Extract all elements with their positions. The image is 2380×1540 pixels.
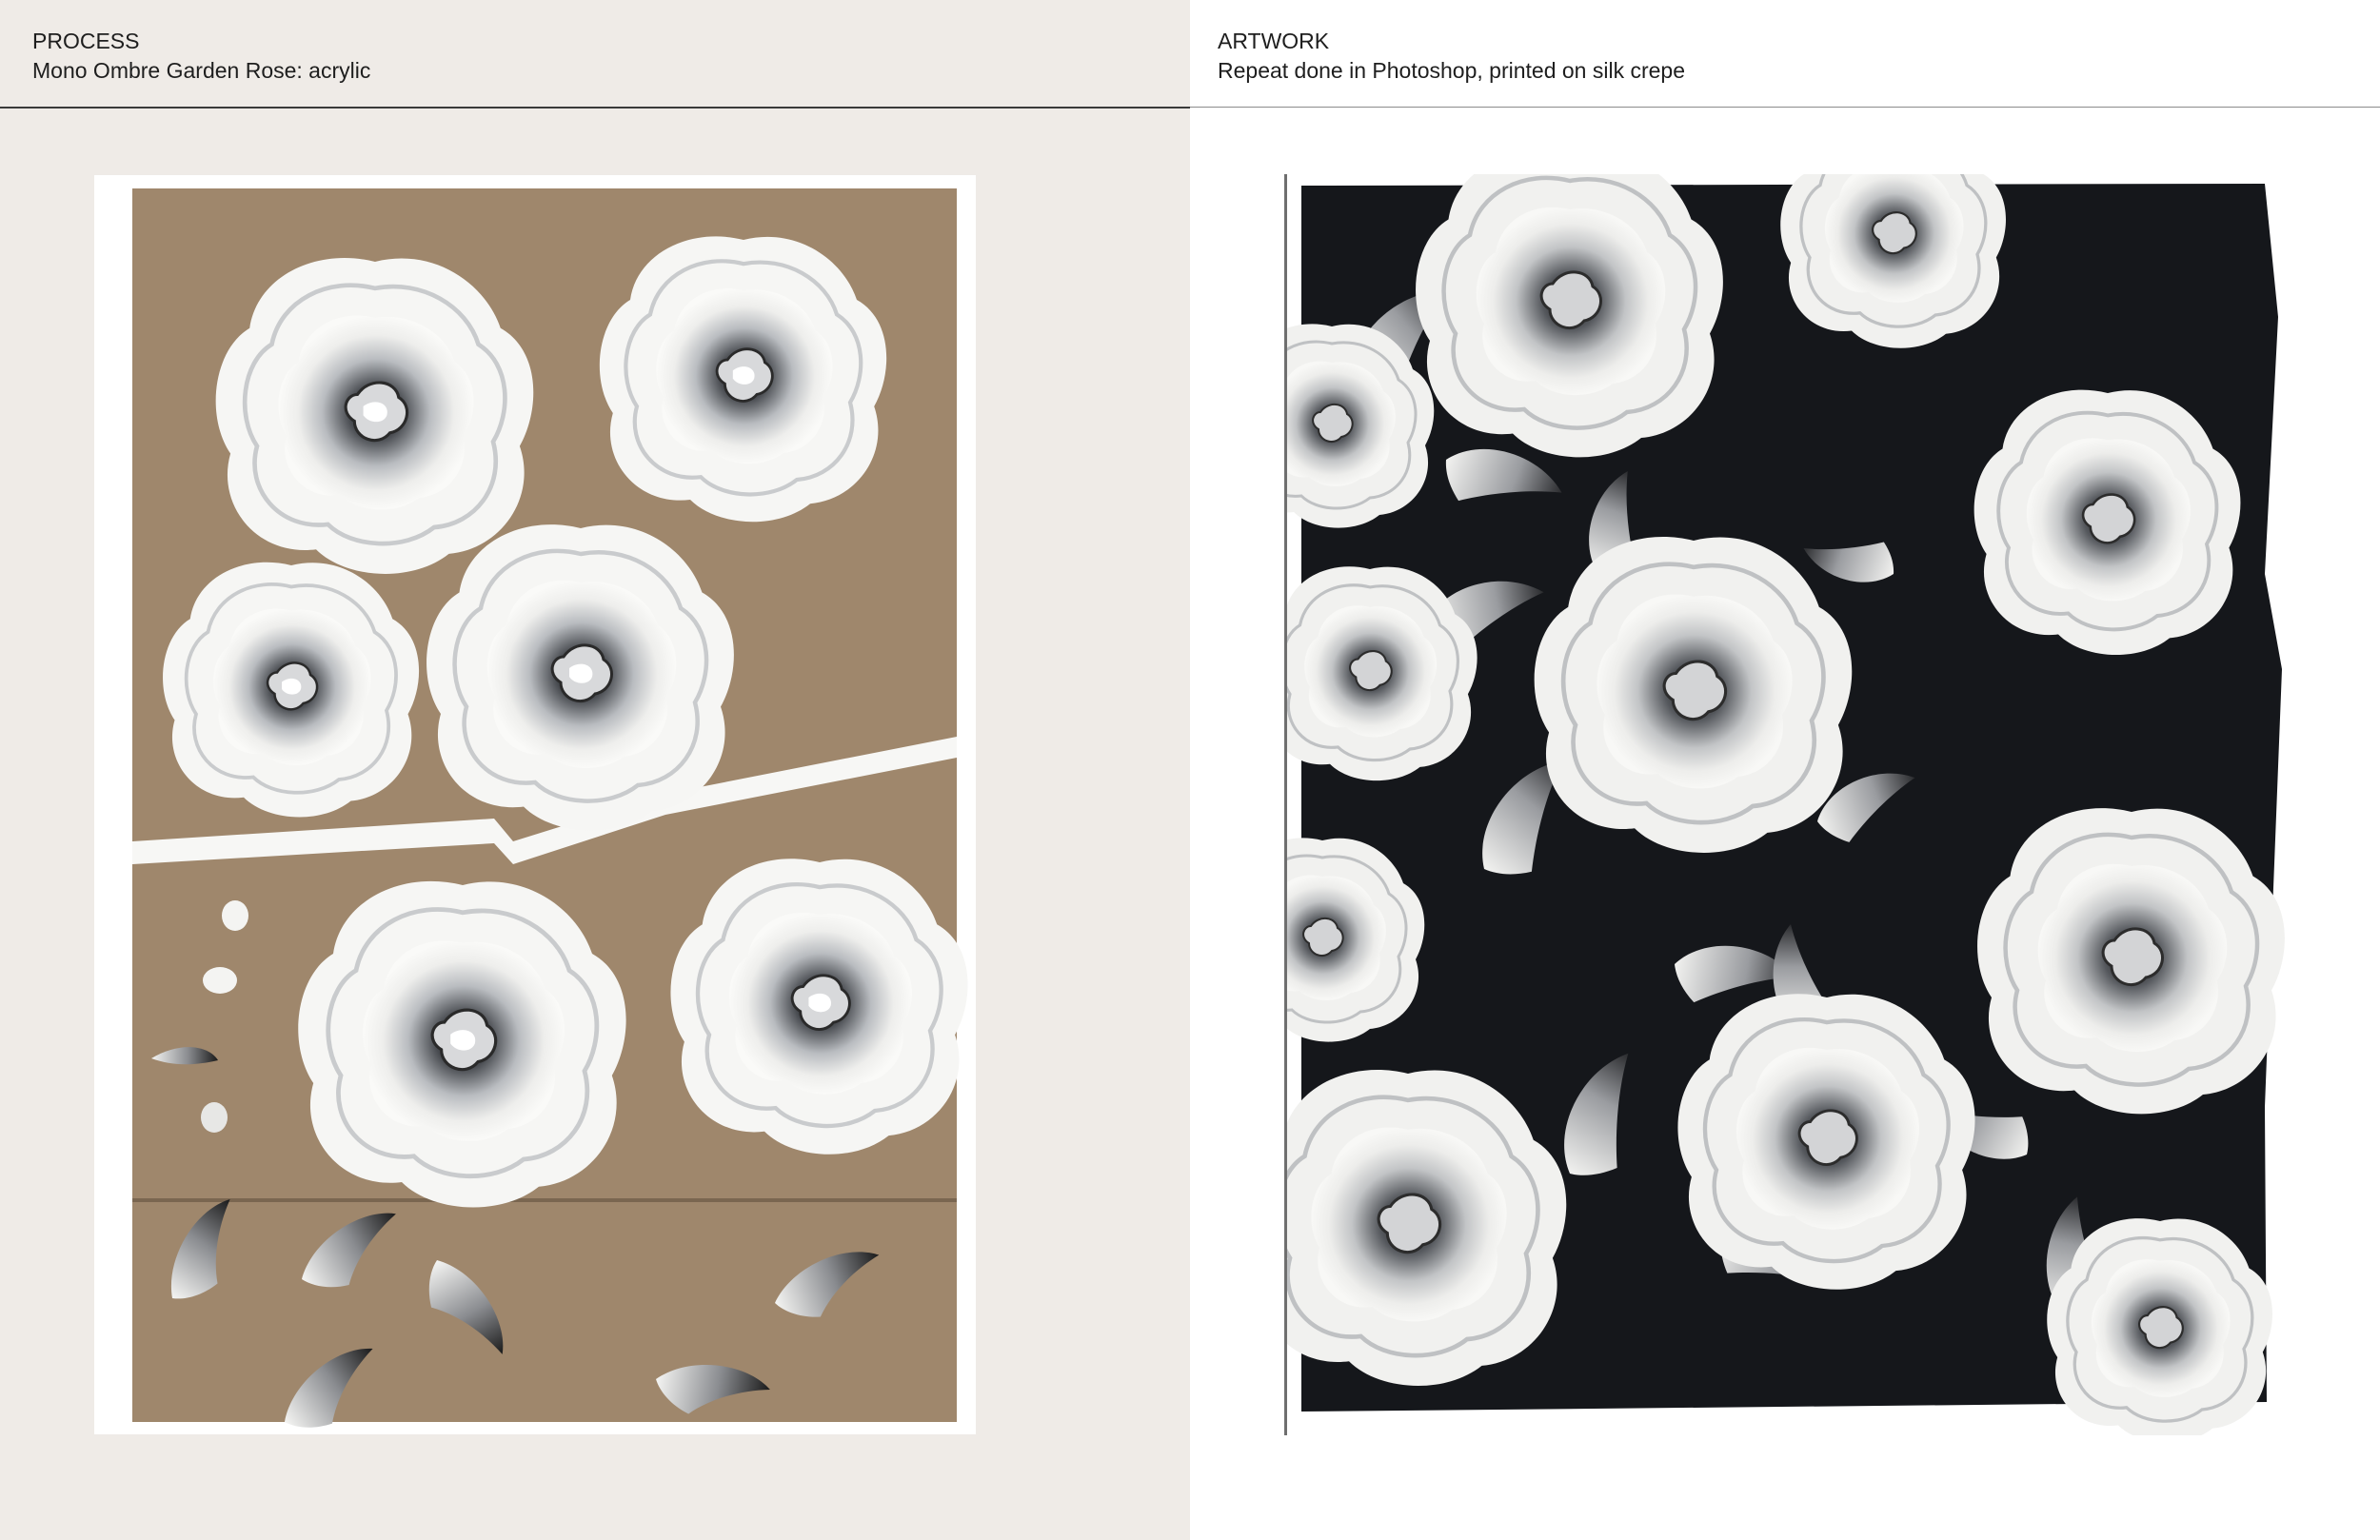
process-photo [94,175,976,1434]
header-divider-left [0,107,1190,109]
process-heading: PROCESS [32,29,140,53]
process-subheading: Mono Ombre Garden Rose: acrylic [32,58,371,83]
artwork-caption: ARTWORK Repeat done in Photoshop, printe… [1218,27,1685,86]
artwork-subheading: Repeat done in Photoshop, printed on sil… [1218,58,1685,83]
header-divider-right [1190,107,2380,108]
artwork-heading: ARTWORK [1218,29,1330,53]
artwork-photo-edge [1284,174,1287,1435]
artwork-photo [1284,174,2285,1435]
process-caption: PROCESS Mono Ombre Garden Rose: acrylic [32,27,370,86]
